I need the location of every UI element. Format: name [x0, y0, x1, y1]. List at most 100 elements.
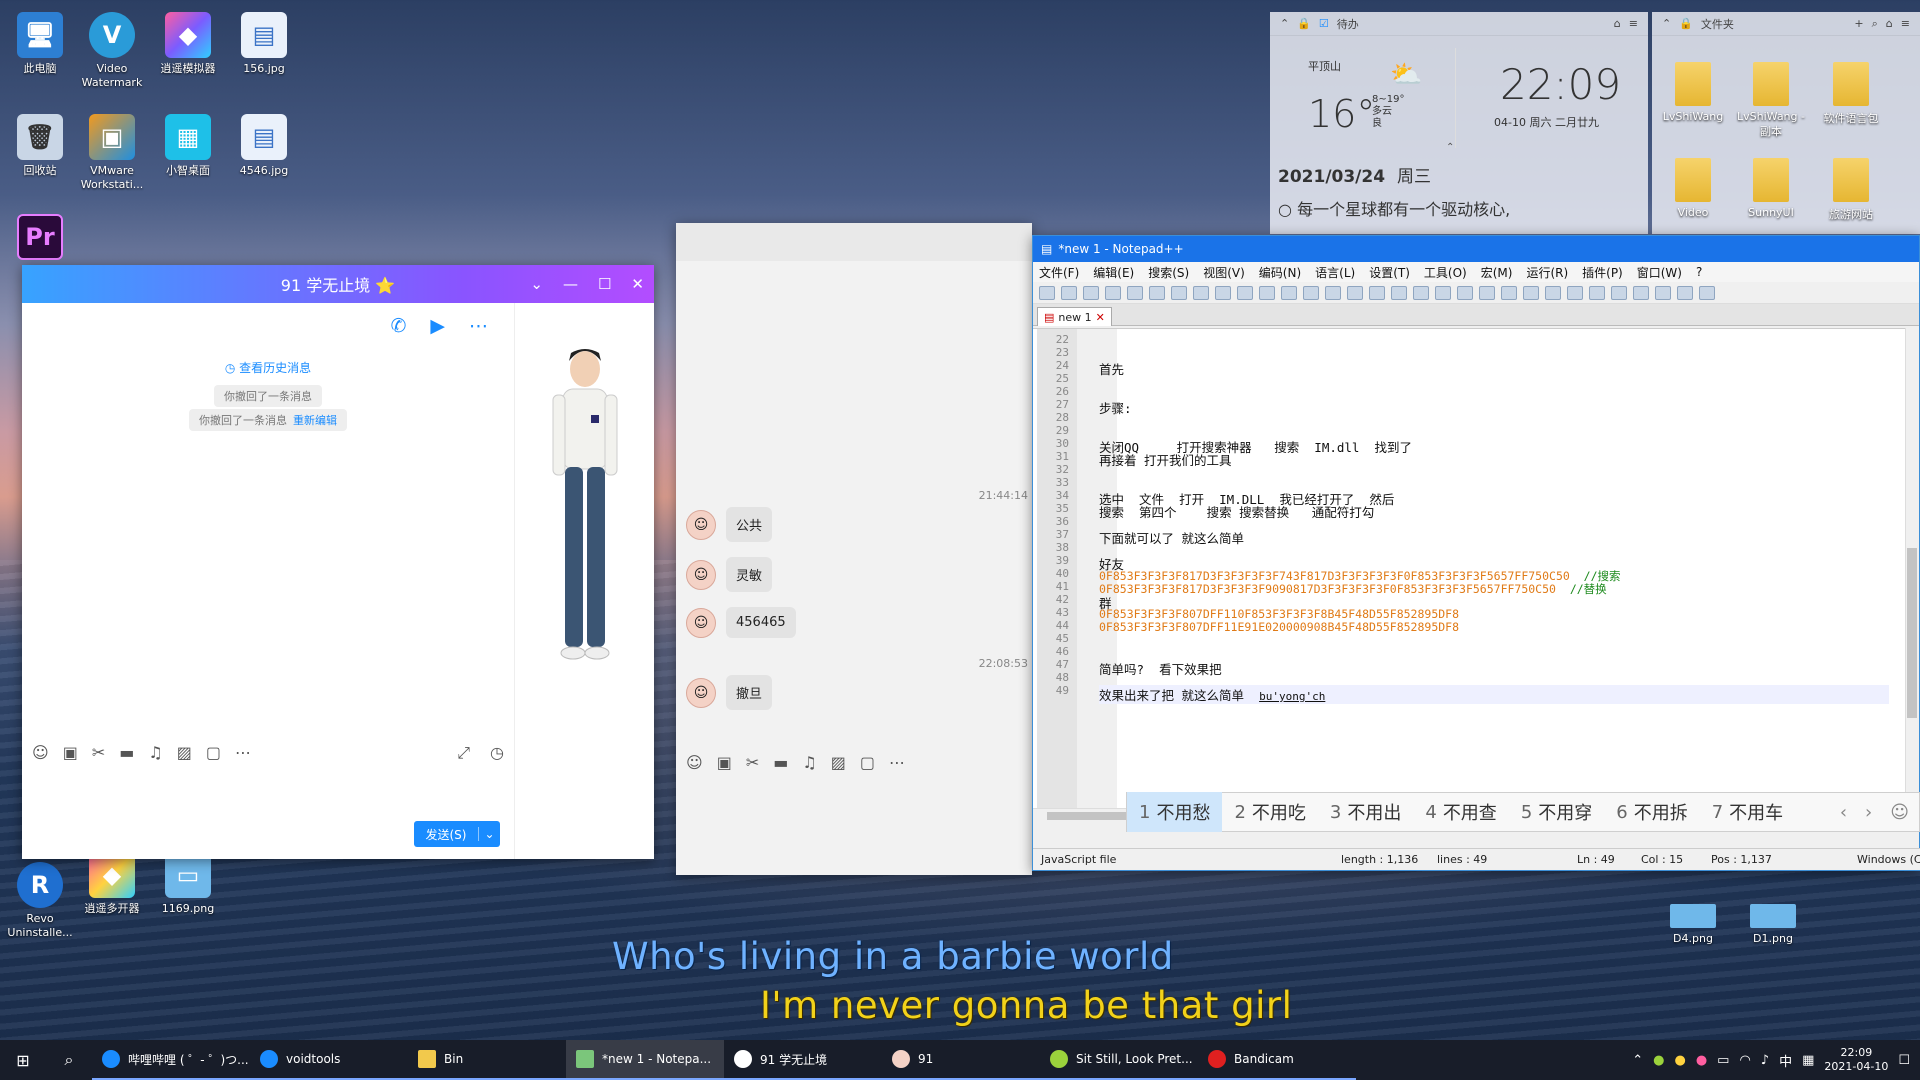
gif-icon[interactable]: ▣: [63, 743, 78, 762]
desktop-file-d1[interactable]: D1.png: [1736, 904, 1810, 945]
desktop-icon-xiaozhi[interactable]: ▦ 小智桌面: [152, 114, 224, 178]
taskbar-item[interactable]: 哔哩哔哩 ( ゜- ゜)つ...: [92, 1040, 250, 1080]
cut-icon[interactable]: [1193, 285, 1209, 300]
scissors-icon[interactable]: ✂: [746, 753, 759, 772]
chevron-down-icon[interactable]: ⌄: [478, 827, 500, 841]
menu-view[interactable]: 视图(V): [1203, 264, 1245, 281]
maximize-icon[interactable]: ☐: [598, 275, 611, 293]
sync-h-icon[interactable]: [1413, 285, 1429, 300]
avatar[interactable]: ☺: [686, 677, 716, 708]
battery-icon[interactable]: ▭: [1717, 1053, 1729, 1068]
menu-edit[interactable]: 编辑(E): [1093, 264, 1134, 281]
desktop-icon-156-jpg[interactable]: ▤ 156.jpg: [228, 12, 300, 76]
keyboard-icon[interactable]: ▦: [1802, 1053, 1814, 1068]
zoom-out-icon[interactable]: [1369, 285, 1385, 300]
history-clock-icon[interactable]: ◷: [490, 743, 504, 763]
taskbar-item[interactable]: voidtools: [250, 1040, 408, 1080]
menu-icon[interactable]: ≡: [1901, 17, 1910, 30]
pin-icon[interactable]: ⌂: [1614, 17, 1621, 30]
save-all-icon[interactable]: [1105, 285, 1121, 300]
taskbar-item[interactable]: Sit Still, Look Pret...: [1040, 1040, 1198, 1080]
emoji-icon[interactable]: ☺: [1890, 802, 1909, 823]
menu-file[interactable]: 文件(F): [1039, 264, 1079, 281]
lang-icon[interactable]: [1501, 285, 1517, 300]
send-button[interactable]: 发送(S) ⌄: [414, 821, 500, 847]
record-macro-icon[interactable]: [1611, 285, 1627, 300]
desktop-icon-emulator[interactable]: ◆ 逍遥模拟器: [152, 12, 224, 76]
ime-candidate[interactable]: 6 不用拆: [1604, 792, 1699, 832]
expand-icon[interactable]: ⤢: [457, 743, 470, 763]
menu-plugins[interactable]: 插件(P): [1582, 264, 1623, 281]
open-icon[interactable]: [1061, 285, 1077, 300]
save-macro-icon[interactable]: [1699, 285, 1715, 300]
folder-icon[interactable]: ▬: [773, 753, 788, 772]
vertical-scrollbar[interactable]: [1905, 328, 1919, 822]
emoji-icon[interactable]: ☺: [686, 753, 703, 772]
minimize-icon[interactable]: —: [563, 275, 578, 293]
taskbar-item[interactable]: Bandicam: [1198, 1040, 1356, 1080]
gif-icon[interactable]: ▣: [717, 753, 732, 772]
add-icon[interactable]: +: [1854, 17, 1863, 30]
paste-icon[interactable]: [1237, 285, 1253, 300]
desktop-icon-video-watermark[interactable]: V Video Watermark: [76, 12, 148, 90]
lock-icon[interactable]: 🔒: [1297, 17, 1311, 30]
new-file-icon[interactable]: [1039, 285, 1055, 300]
folder-item[interactable]: SunnyUI: [1734, 158, 1808, 219]
taskbar-item[interactable]: *new 1 - Notepa...: [566, 1040, 724, 1080]
volume-icon[interactable]: ♪: [1761, 1053, 1769, 1068]
doc-map-icon[interactable]: [1523, 285, 1539, 300]
folder-item[interactable]: LvShiWang - 副本: [1734, 62, 1808, 139]
print-icon[interactable]: [1171, 285, 1187, 300]
folder-item[interactable]: Video: [1656, 158, 1730, 219]
phone-icon[interactable]: ✆: [390, 315, 406, 337]
collapse-icon[interactable]: ⌃: [1662, 17, 1671, 30]
menu-window[interactable]: 窗口(W): [1637, 264, 1682, 281]
ime-candidate[interactable]: 3 不用出: [1318, 792, 1413, 832]
music-icon[interactable]: ♫: [148, 743, 162, 762]
menu-language[interactable]: 语言(L): [1315, 264, 1355, 281]
npp-editor[interactable]: 22 23 24 25 26 27 28 29 30 31 32 33 34 35 36 37 38 39 40 41…: [1033, 328, 1907, 809]
image-icon[interactable]: ▨: [177, 743, 192, 762]
ime-candidate[interactable]: 2 不用吃: [1222, 792, 1317, 832]
collapse-icon[interactable]: ⌃: [1280, 17, 1289, 30]
desktop-icon-4546-jpg[interactable]: ▤ 4546.jpg: [228, 114, 300, 178]
music-icon[interactable]: ♫: [802, 753, 816, 772]
taskbar-item[interactable]: 91 学无止境: [724, 1040, 882, 1080]
collapse-arrow-icon[interactable]: ⌃: [1446, 142, 1454, 153]
undo-icon[interactable]: [1259, 285, 1275, 300]
search-icon[interactable]: ⌕: [46, 1040, 92, 1080]
video-call-icon[interactable]: ▶: [430, 315, 445, 337]
function-list-icon[interactable]: [1545, 285, 1561, 300]
notification-icon[interactable]: ☐: [1898, 1053, 1910, 1068]
menu-icon[interactable]: ≡: [1629, 17, 1638, 30]
stop-macro-icon[interactable]: [1633, 285, 1649, 300]
search-icon[interactable]: ⌕: [1872, 17, 1878, 31]
emoji-icon[interactable]: ☺: [32, 743, 49, 762]
chevron-down-icon[interactable]: ⌄: [530, 275, 543, 293]
scissors-icon[interactable]: ✂: [92, 743, 105, 762]
sync-v-icon[interactable]: [1391, 285, 1407, 300]
chevron-right-icon[interactable]: ›: [1865, 802, 1872, 823]
more-icon[interactable]: ⋯: [889, 753, 905, 772]
desktop-icon-recycle-bin[interactable]: 🗑 回收站: [4, 114, 76, 178]
desktop-icon-multi-opener[interactable]: ◆ 逍遥多开器: [76, 852, 148, 916]
avatar[interactable]: ☺: [686, 559, 716, 590]
wifi-icon[interactable]: ◠: [1739, 1053, 1750, 1068]
folder-item[interactable]: 旅游网站: [1814, 158, 1888, 222]
ime-candidate[interactable]: 1 不用愁: [1127, 792, 1223, 832]
replace-icon[interactable]: [1325, 285, 1341, 300]
menu-tools[interactable]: 工具(O): [1424, 264, 1467, 281]
menu-search[interactable]: 搜索(S): [1148, 264, 1189, 281]
taskbar-item[interactable]: Bin: [408, 1040, 566, 1080]
screen-icon[interactable]: ▢: [860, 753, 875, 772]
desktop-icon-vmware[interactable]: ▣ VMware Workstati...: [76, 114, 148, 192]
folder-workspace-icon[interactable]: [1567, 285, 1583, 300]
lock-icon[interactable]: 🔒: [1679, 17, 1693, 30]
ime-candidate[interactable]: 5 不用穿: [1509, 792, 1604, 832]
ime-language[interactable]: 中: [1779, 1051, 1792, 1070]
folder-item[interactable]: LvShiWang: [1656, 62, 1730, 123]
image-icon[interactable]: ▨: [831, 753, 846, 772]
app-tray-icon[interactable]: ●: [1696, 1053, 1707, 1068]
menu-encoding[interactable]: 编码(N): [1259, 264, 1301, 281]
menu-macro[interactable]: 宏(M): [1481, 264, 1513, 281]
